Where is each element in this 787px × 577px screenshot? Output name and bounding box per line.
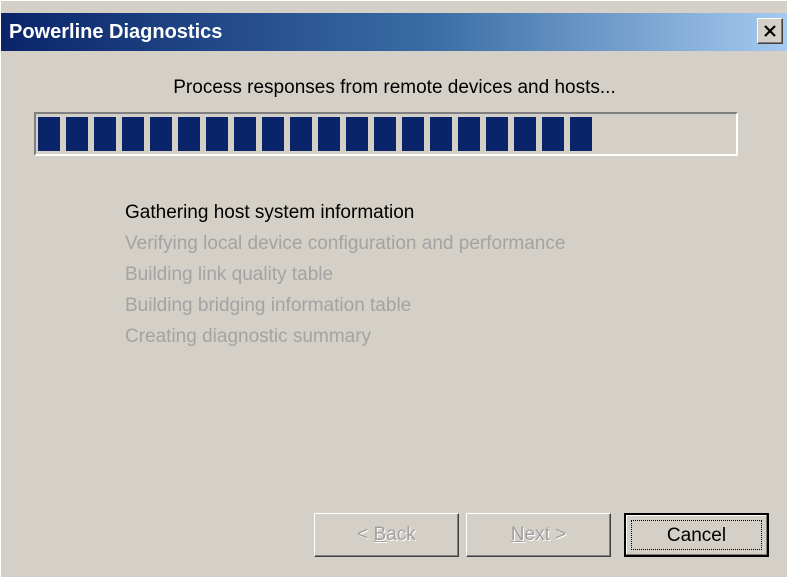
progress-segment <box>38 117 60 151</box>
progress-segment <box>206 117 228 151</box>
progress-segment <box>150 117 172 151</box>
diagnostics-dialog: Powerline Diagnostics Process responses … <box>0 0 787 577</box>
next-button-mnemonic: N <box>510 524 525 545</box>
progress-segment <box>234 117 256 151</box>
step-item: Verifying local device configuration and… <box>125 233 566 254</box>
back-button-rest: ack <box>386 524 416 545</box>
progress-segment <box>94 117 116 151</box>
progress-segment <box>122 117 144 151</box>
step-item: Creating diagnostic summary <box>125 326 372 347</box>
progress-segment <box>430 117 452 151</box>
progress-segment <box>374 117 396 151</box>
back-button-mnemonic: B <box>373 524 387 545</box>
focus-outline <box>631 520 762 550</box>
progress-segment <box>402 117 424 151</box>
progress-bar <box>34 112 738 156</box>
title-bar[interactable]: Powerline Diagnostics <box>1 13 787 51</box>
progress-segment <box>570 117 592 151</box>
step-item: Building bridging information table <box>125 295 412 316</box>
close-button[interactable] <box>757 18 783 44</box>
next-button[interactable]: Next > <box>466 513 611 557</box>
progress-status-label: Process responses from remote devices an… <box>173 77 616 98</box>
progress-segment <box>458 117 480 151</box>
progress-segment <box>290 117 312 151</box>
progress-segment <box>318 117 340 151</box>
progress-segment <box>542 117 564 151</box>
step-item: Building link quality table <box>125 264 334 285</box>
progress-segment <box>66 117 88 151</box>
step-list: Gathering host system information Verify… <box>125 197 565 352</box>
back-button-prefix: < <box>357 524 374 545</box>
window-title: Powerline Diagnostics <box>9 21 223 43</box>
next-button-rest: ext > <box>524 524 567 545</box>
progress-segment <box>178 117 200 151</box>
progress-segment <box>486 117 508 151</box>
step-item: Gathering host system information <box>125 202 415 223</box>
progress-segment <box>514 117 536 151</box>
progress-segment <box>262 117 284 151</box>
close-x-icon <box>764 25 776 37</box>
progress-segment <box>346 117 368 151</box>
back-button[interactable]: < Back <box>314 513 459 557</box>
cancel-button[interactable]: Cancel <box>624 513 769 557</box>
